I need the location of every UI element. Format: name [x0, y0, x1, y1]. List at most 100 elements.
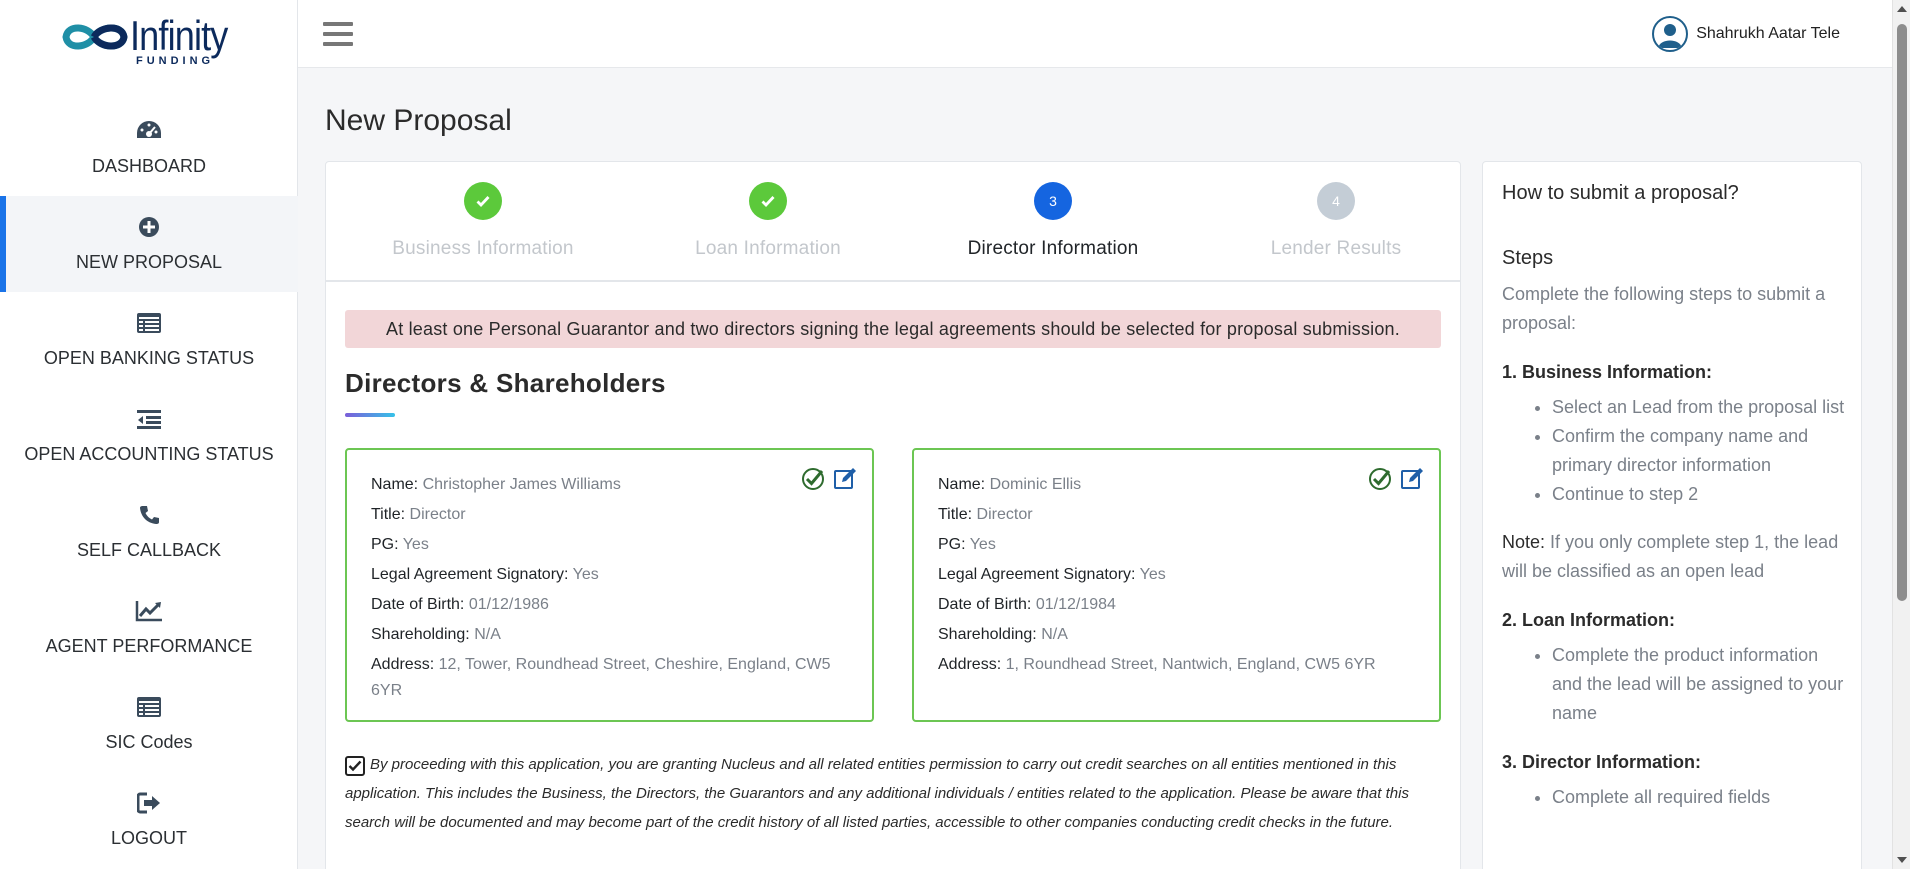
sidebar-item-open-banking-status[interactable]: OPEN BANKING STATUS — [0, 292, 298, 388]
stepper: Business Information Loan Information 3 … — [326, 162, 1460, 282]
sidebar-item-label: AGENT PERFORMANCE — [45, 636, 253, 656]
help-title: How to submit a proposal? — [1502, 182, 1739, 204]
field-label: Title: — [371, 506, 406, 523]
sidebar-item-new-proposal[interactable]: NEW PROPOSAL — [0, 196, 298, 292]
director-pg-row: PG: Yes — [938, 530, 1418, 560]
user-name: Shahrukh Aatar Tele — [1696, 25, 1840, 42]
sidebar-item-agent-performance[interactable]: AGENT PERFORMANCE — [0, 580, 298, 676]
sign-out-icon — [137, 792, 160, 814]
validation-alert: At least one Personal Guarantor and two … — [345, 310, 1441, 348]
sidebar-item-dashboard[interactable]: DASHBOARD — [0, 100, 298, 196]
avatar — [1652, 16, 1689, 52]
list-item: Confirm the company name and primary dir… — [1552, 422, 1852, 480]
topbar: Shahrukh Aatar Tele — [298, 0, 1892, 68]
list-icon — [137, 313, 161, 333]
help-section-heading: 1. Business Information: — [1502, 362, 1713, 382]
menu-toggle-icon[interactable] — [323, 22, 353, 46]
list-icon — [137, 697, 161, 717]
list-item: Complete all required fields — [1552, 783, 1852, 812]
help-list: Complete the product information and the… — [1502, 641, 1852, 728]
note-label: Note: — [1502, 532, 1546, 552]
page-title: New Proposal — [325, 104, 512, 137]
step-label: Loan Information — [695, 238, 841, 259]
field-label: PG: — [371, 536, 399, 553]
director-shareholding-row: Shareholding: N/A — [371, 620, 851, 650]
help-body: Complete the following steps to submit a… — [1502, 280, 1852, 812]
director-dob-row: Date of Birth: 01/12/1986 — [371, 590, 851, 620]
check-icon — [348, 760, 362, 772]
director-signatory-row: Legal Agreement Signatory: Yes — [938, 560, 1418, 590]
brand-logo[interactable]: Infinity FUNDING — [58, 12, 242, 70]
help-note: Note: If you only complete step 1, the l… — [1502, 528, 1852, 586]
help-panel: How to submit a proposal? Steps Complete… — [1482, 161, 1862, 869]
director-dob: 01/12/1986 — [468, 596, 549, 613]
page-scrollbar[interactable] — [1892, 0, 1910, 869]
field-label: Name: — [371, 476, 419, 493]
sidebar-item-label: SIC Codes — [105, 732, 193, 752]
step-number-badge: 4 — [1317, 182, 1355, 220]
consent-checkbox[interactable] — [345, 756, 365, 776]
sidebar-item-label: SELF CALLBACK — [76, 540, 222, 560]
proposal-card: Business Information Loan Information 3 … — [325, 161, 1461, 869]
director-name-row: Name: Dominic Ellis — [938, 470, 1418, 500]
step-lender-results[interactable]: 4 Lender Results — [1206, 182, 1466, 260]
step-label: Business Information — [392, 238, 574, 259]
indent-list-icon — [137, 410, 161, 429]
director-title-row: Title: Director — [371, 500, 851, 530]
note-text: If you only complete step 1, the lead wi… — [1502, 532, 1839, 581]
sidebar: Infinity FUNDING DASHBOARD NEW PROPOSAL … — [0, 0, 298, 869]
step-label: Director Information — [967, 238, 1139, 259]
director-dob-row: Date of Birth: 01/12/1984 — [938, 590, 1418, 620]
director-name-row: Name: Christopher James Williams — [371, 470, 851, 500]
scroll-up-icon[interactable] — [1897, 6, 1907, 12]
director-pg: Yes — [969, 536, 996, 553]
scroll-thumb[interactable] — [1897, 24, 1907, 601]
line-chart-icon — [135, 601, 162, 622]
field-label: PG: — [938, 536, 966, 553]
step-done-badge — [464, 182, 502, 220]
sidebar-item-logout[interactable]: LOGOUT — [0, 772, 298, 868]
field-label: Address: — [938, 656, 1002, 673]
director-pg: Yes — [402, 536, 429, 553]
director-card: Name: Christopher James Williams Title: … — [345, 448, 874, 722]
consent-block: By proceeding with this application, you… — [345, 750, 1445, 837]
help-intro: Complete the following steps to submit a… — [1502, 284, 1826, 333]
check-icon — [761, 196, 775, 207]
sidebar-item-sic-codes[interactable]: SIC Codes — [0, 676, 298, 772]
user-menu[interactable]: Shahrukh Aatar Tele — [1652, 14, 1840, 54]
step-director-information[interactable]: 3 Director Information — [923, 182, 1183, 260]
help-list: Complete all required fields — [1502, 783, 1852, 812]
director-card: Name: Dominic Ellis Title: Director PG: … — [912, 448, 1441, 722]
field-label: Date of Birth: — [938, 596, 1032, 613]
step-done-badge — [749, 182, 787, 220]
field-label: Date of Birth: — [371, 596, 465, 613]
field-label: Title: — [938, 506, 973, 523]
plus-circle-icon — [139, 217, 159, 237]
help-list: Select an Lead from the proposal list Co… — [1502, 393, 1852, 509]
field-label: Name: — [938, 476, 986, 493]
list-item: Complete the product information and the… — [1552, 641, 1852, 728]
director-signatory: Yes — [572, 566, 599, 583]
step-loan-information[interactable]: Loan Information — [638, 182, 898, 260]
director-shareholding-row: Shareholding: N/A — [938, 620, 1418, 650]
director-address: 12, Tower, Roundhead Street, Cheshire, E… — [371, 656, 831, 699]
director-name: Dominic Ellis — [989, 476, 1082, 493]
sidebar-item-label: OPEN BANKING STATUS — [43, 348, 255, 368]
brand-name: Infinity — [130, 12, 228, 59]
director-title-row: Title: Director — [938, 500, 1418, 530]
help-section-heading: 2. Loan Information: — [1502, 610, 1675, 630]
scroll-down-icon[interactable] — [1897, 857, 1907, 863]
step-label: Lender Results — [1270, 238, 1402, 259]
sidebar-item-open-accounting-status[interactable]: OPEN ACCOUNTING STATUS — [0, 388, 298, 484]
step-number-badge: 3 — [1034, 182, 1072, 220]
director-name: Christopher James Williams — [422, 476, 621, 493]
help-section-heading: 3. Director Information: — [1502, 752, 1702, 772]
section-title: Directors & Shareholders — [345, 368, 666, 398]
check-icon — [476, 196, 490, 207]
list-item: Select an Lead from the proposal list — [1552, 393, 1852, 422]
dashboard-icon — [137, 121, 161, 138]
director-shareholding: N/A — [474, 626, 501, 643]
sidebar-item-label: OPEN ACCOUNTING STATUS — [24, 444, 274, 464]
step-business-information[interactable]: Business Information — [353, 182, 613, 260]
sidebar-item-self-callback[interactable]: SELF CALLBACK — [0, 484, 298, 580]
